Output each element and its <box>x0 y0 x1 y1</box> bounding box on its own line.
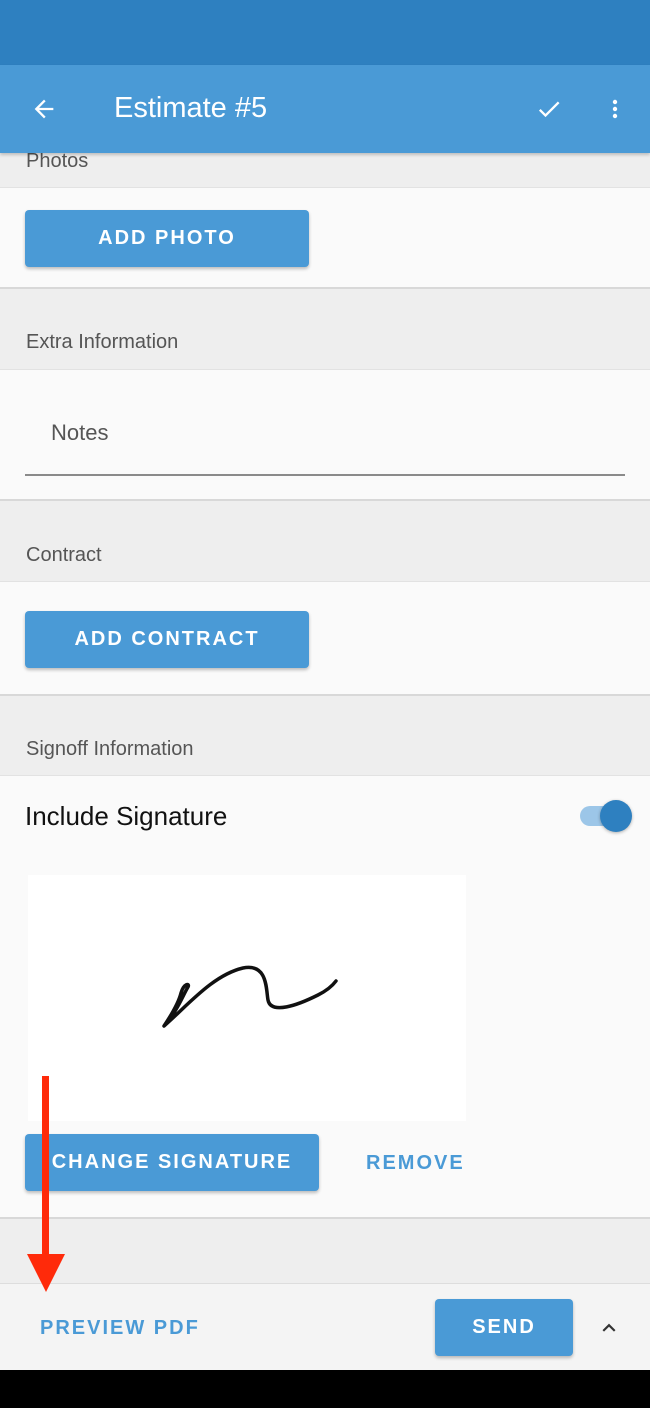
nav-bar <box>0 1370 650 1408</box>
signature-pad[interactable] <box>28 875 466 1121</box>
toggle-thumb <box>600 800 632 832</box>
notes-placeholder: Notes <box>51 420 109 445</box>
app-bar <box>0 65 650 153</box>
remove-signature-button[interactable]: REMOVE <box>366 1152 465 1175</box>
signoff-card: Include Signature CHANGE SIGNATURE REMOV… <box>0 775 650 1219</box>
check-icon[interactable] <box>533 95 565 123</box>
section-header-contract: Contract <box>26 544 102 566</box>
include-signature-toggle[interactable] <box>580 800 632 832</box>
extra-card: Notes <box>0 369 650 501</box>
chevron-up-icon[interactable] <box>596 1315 622 1341</box>
section-header-extra: Extra Information <box>26 331 179 353</box>
send-button[interactable]: SEND <box>435 1299 573 1356</box>
annotation-arrow-icon <box>27 1076 65 1292</box>
add-photo-button[interactable]: ADD PHOTO <box>25 210 309 267</box>
include-signature-label: Include Signature <box>25 801 228 831</box>
arrow-left-icon[interactable] <box>30 95 58 123</box>
status-bar <box>0 0 650 65</box>
section-header-photos: Photos <box>26 150 89 172</box>
contract-card: ADD CONTRACT <box>0 581 650 696</box>
section-header-signoff: Signoff Information <box>26 738 194 760</box>
page-title: Estimate #5 <box>114 92 268 124</box>
photos-card: ADD PHOTO <box>0 187 650 289</box>
notes-input[interactable]: Notes <box>25 410 625 476</box>
bottom-bar: PREVIEW PDF SEND <box>0 1283 650 1370</box>
more-vert-icon[interactable] <box>603 95 627 123</box>
signature-image <box>162 965 338 1028</box>
preview-pdf-button[interactable]: PREVIEW PDF <box>40 1317 200 1340</box>
add-contract-button[interactable]: ADD CONTRACT <box>25 611 309 668</box>
change-signature-button[interactable]: CHANGE SIGNATURE <box>25 1134 319 1191</box>
